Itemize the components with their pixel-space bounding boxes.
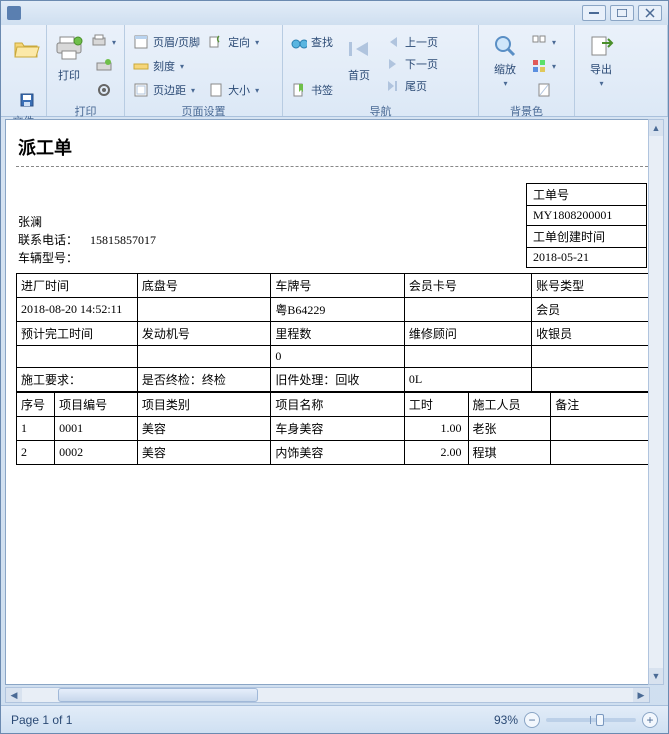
scroll-up-button[interactable]: ▲	[649, 120, 663, 136]
first-page-icon	[343, 33, 375, 65]
items-table: 序号 项目编号 项目类别 项目名称 工时 施工人员 备注 1 0001 美容	[16, 392, 653, 465]
orientation-icon	[208, 34, 224, 50]
next-page-button[interactable]: 下一页	[383, 53, 440, 75]
zoom-in-button[interactable]: +	[642, 712, 658, 728]
pages-icon	[531, 34, 547, 50]
created-value: 2018-05-21	[527, 248, 647, 268]
table-row: 2 0002 美容 内饰美容 2.00 程琪	[17, 441, 653, 465]
contact-value: 15815857017	[90, 233, 156, 247]
bookmark-button[interactable]: 书签	[289, 79, 335, 101]
bookmark-icon	[291, 82, 307, 98]
printer-icon	[53, 33, 85, 65]
page-size-icon	[208, 82, 224, 98]
margins-icon	[133, 82, 149, 98]
minimize-button[interactable]	[582, 5, 606, 21]
work-order-no-label: 工单号	[527, 184, 647, 206]
open-button[interactable]	[7, 31, 47, 87]
ribbon: 文件 打印 ▾ 打印 页眉/页脚 刻度▾ 页边距▾	[1, 25, 668, 117]
first-page-button[interactable]: 首页	[339, 31, 379, 87]
customer-block: 张澜 联系电话： 15815857017 车辆型号：	[18, 213, 156, 267]
titlebar	[1, 1, 668, 25]
info-table: 进厂时间 底盘号 车牌号 会员卡号 账号类型 2018-08-20 14:52:…	[16, 273, 653, 392]
work-order-no: MY1808200001	[527, 206, 647, 226]
header-footer-button[interactable]: 页眉/页脚	[131, 31, 202, 53]
zoom-level: 93%	[494, 713, 518, 727]
scroll-thumb[interactable]	[58, 688, 258, 702]
color-icon	[531, 58, 547, 74]
binoculars-icon	[291, 34, 307, 50]
scroll-right-button[interactable]: ▶	[633, 688, 649, 702]
header-footer-icon	[133, 34, 149, 50]
statusbar: Page 1 of 1 93% − +	[1, 705, 668, 733]
zoom-knob[interactable]	[596, 714, 604, 726]
zoom-slider[interactable]	[546, 718, 636, 722]
close-button[interactable]	[638, 5, 662, 21]
customer-name: 张澜	[18, 213, 156, 231]
magnifier-icon	[489, 33, 521, 59]
prev-page-button[interactable]: 上一页	[383, 31, 440, 53]
work-order-block: 工单号 MY1808200001 工单创建时间 2018-05-21	[526, 183, 647, 268]
quick-print-icon	[91, 34, 107, 50]
horizontal-scrollbar[interactable]: ◀ ▶	[5, 687, 650, 703]
print-settings-button[interactable]	[94, 79, 114, 101]
ruler-icon	[133, 58, 149, 74]
export-icon	[585, 33, 617, 59]
document-viewport: 派工单 张澜 联系电话： 15815857017 车辆型号： 工单号 MY180…	[5, 119, 664, 685]
print-options-icon	[96, 58, 112, 74]
page-indicator: Page 1 of 1	[11, 713, 72, 727]
export-button[interactable]: 导出▾	[581, 31, 621, 87]
find-button[interactable]: 查找	[289, 31, 335, 53]
folder-open-icon	[11, 33, 43, 65]
save-button[interactable]	[17, 89, 37, 111]
zoom-button[interactable]: 缩放▾	[485, 31, 525, 87]
app-window: 文件 打印 ▾ 打印 页眉/页脚 刻度▾ 页边距▾	[0, 0, 669, 734]
quick-print-button[interactable]: ▾	[89, 31, 118, 53]
bg-pages-button[interactable]: ▾	[529, 31, 558, 53]
watermark-button[interactable]	[534, 79, 554, 101]
scroll-left-button[interactable]: ◀	[6, 688, 22, 702]
vertical-scrollbar[interactable]: ▲ ▼	[648, 119, 664, 685]
zoom-out-button[interactable]: −	[524, 712, 540, 728]
gear-icon	[96, 82, 112, 98]
last-page-icon	[385, 78, 401, 94]
maximize-button[interactable]	[610, 5, 634, 21]
bg-color-button[interactable]: ▾	[529, 55, 558, 77]
next-icon	[385, 56, 401, 72]
watermark-icon	[536, 82, 552, 98]
last-page-button[interactable]: 尾页	[383, 75, 440, 97]
print-options-button[interactable]	[94, 55, 114, 77]
print-button[interactable]: 打印	[53, 31, 85, 87]
scroll-down-button[interactable]: ▼	[649, 668, 663, 684]
doc-title: 派工单	[16, 134, 653, 167]
orientation-button[interactable]: 定向▾	[206, 31, 261, 53]
vehicle-model-label: 车辆型号：	[18, 249, 156, 267]
app-icon	[7, 6, 21, 20]
contact-label: 联系电话：	[18, 233, 78, 247]
created-label: 工单创建时间	[527, 226, 647, 248]
margins-button[interactable]: 页边距▾	[131, 79, 197, 101]
scale-button[interactable]: 刻度▾	[131, 55, 186, 77]
table-row: 1 0001 美容 车身美容 1.00 老张	[17, 417, 653, 441]
save-icon	[19, 92, 35, 108]
prev-icon	[385, 34, 401, 50]
size-button[interactable]: 大小▾	[206, 79, 261, 101]
